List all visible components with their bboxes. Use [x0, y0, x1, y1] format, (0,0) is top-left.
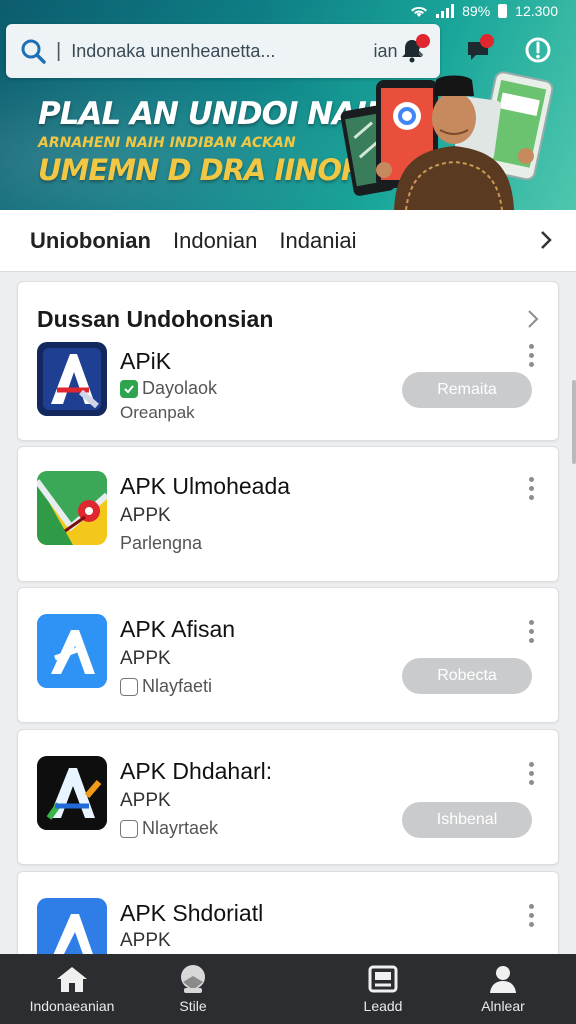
nav-profile-label: Alnlear — [481, 998, 525, 1014]
app-label: APPK — [120, 790, 171, 811]
tab-indonian[interactable]: Indonian — [173, 228, 257, 254]
notification-badge — [416, 34, 430, 48]
alert-button[interactable] — [518, 30, 558, 70]
banner-line-3: UMEMN D DRA IINORSAI — [38, 153, 415, 187]
scrollbar[interactable] — [572, 380, 576, 464]
person-icon — [490, 966, 516, 993]
search-icon — [21, 39, 46, 64]
nav-games[interactable]: Stile — [158, 954, 228, 1024]
app-developer-text: Nlayfaeti — [142, 676, 213, 696]
status-bar: 89% 12.300 — [410, 2, 558, 20]
app-card[interactable]: APK Afisan APPK Nlayfaeti Robecta — [17, 587, 559, 723]
banner-line-2: ARNAHENI NAIH INDIBAN ACKAN — [38, 135, 296, 151]
chevron-right-icon[interactable] — [538, 228, 554, 252]
battery-text: 89% — [462, 3, 491, 19]
signal-icon — [436, 4, 455, 18]
app-icon-a-black[interactable] — [37, 756, 107, 830]
more-options-icon[interactable] — [526, 344, 536, 367]
home-icon — [57, 967, 87, 992]
tab-uniobonian[interactable]: Uniobonian — [30, 228, 151, 254]
chevron-right-icon[interactable] — [526, 308, 540, 330]
app-label: APPK — [120, 505, 171, 526]
banner-headline: PLAL AN UNDOI NAIN ARNAHENI NAIH INDIBAN… — [38, 96, 415, 188]
app-developer: Dayolaok — [120, 378, 217, 399]
bottom-navigation: Indonaeanian Stile Leadd Alnlear — [0, 954, 576, 1024]
install-button[interactable]: Ishbenal — [402, 802, 532, 838]
app-developer: Nlayfaeti — [120, 676, 212, 697]
battery-icon — [498, 4, 508, 18]
banner-line-1: PLAL AN UNDOI NAIN — [38, 96, 392, 132]
badge-icon — [120, 819, 138, 838]
app-title[interactable]: APK Ulmoheada — [120, 473, 290, 500]
more-options-icon[interactable] — [526, 904, 536, 927]
category-tabs: Uniobonian Indonian Indaniai — [0, 210, 576, 272]
app-card[interactable]: APK Ulmoheada APPK Parlengna — [17, 446, 559, 582]
clock: 12.300 — [515, 3, 558, 19]
banner-illustration — [340, 71, 554, 210]
app-developer-text: Parlengna — [120, 533, 203, 553]
nav-home[interactable]: Indonaeanian — [20, 954, 124, 1024]
message-badge — [480, 34, 494, 48]
app-developer-text: Dayolaok — [142, 378, 218, 398]
wifi-icon — [411, 6, 428, 17]
message-button[interactable] — [458, 30, 498, 70]
app-label: APPK — [120, 930, 171, 951]
nav-home-label: Indonaeanian — [29, 998, 115, 1014]
app-category: Oreanpak — [120, 403, 195, 422]
nav-games-label: Stile — [179, 998, 207, 1014]
verified-icon — [120, 379, 138, 398]
notification-button[interactable] — [392, 30, 432, 70]
apps-icon — [368, 965, 398, 993]
nav-profile[interactable]: Alnlear — [468, 954, 538, 1024]
app-icon-a-blue[interactable] — [37, 614, 107, 688]
section-card: Dussan Undohonsian APiK Dayolaok Oreanpa… — [17, 281, 559, 441]
app-icon-a-dark[interactable] — [37, 342, 107, 416]
games-icon — [181, 965, 205, 993]
app-title[interactable]: APK Afisan — [120, 616, 235, 643]
app-developer: Nlayrtaek — [120, 818, 218, 839]
tab-indaniai[interactable]: Indaniai — [279, 228, 356, 254]
search-input[interactable]: Indonaka unenheanetta... — [71, 41, 363, 62]
app-label: APPK — [120, 648, 171, 669]
install-button[interactable]: Robecta — [402, 658, 532, 694]
app-title[interactable]: APiK — [120, 348, 171, 375]
app-card[interactable]: APK Dhdaharl: APPK Nlayrtaek Ishbenal — [17, 729, 559, 865]
app-title[interactable]: APK Shdoriatl — [120, 900, 263, 927]
badge-icon — [120, 677, 138, 696]
top-banner[interactable]: 89% 12.300 | Indonaka unenheanetta... ia… — [0, 0, 576, 210]
install-button[interactable]: Remaita — [402, 372, 532, 408]
text-cursor: | — [56, 39, 62, 62]
nav-apps[interactable]: Leadd — [348, 954, 418, 1024]
app-icon-map[interactable] — [37, 471, 107, 545]
section-title: Dussan Undohonsian — [37, 306, 274, 332]
alert-icon — [525, 37, 551, 63]
app-title[interactable]: APK Dhdaharl: — [120, 758, 272, 785]
app-developer-text: Nlayrtaek — [142, 818, 219, 838]
nav-apps-label: Leadd — [363, 998, 403, 1014]
more-options-icon[interactable] — [526, 762, 536, 785]
more-options-icon[interactable] — [526, 620, 536, 643]
more-options-icon[interactable] — [526, 477, 536, 500]
